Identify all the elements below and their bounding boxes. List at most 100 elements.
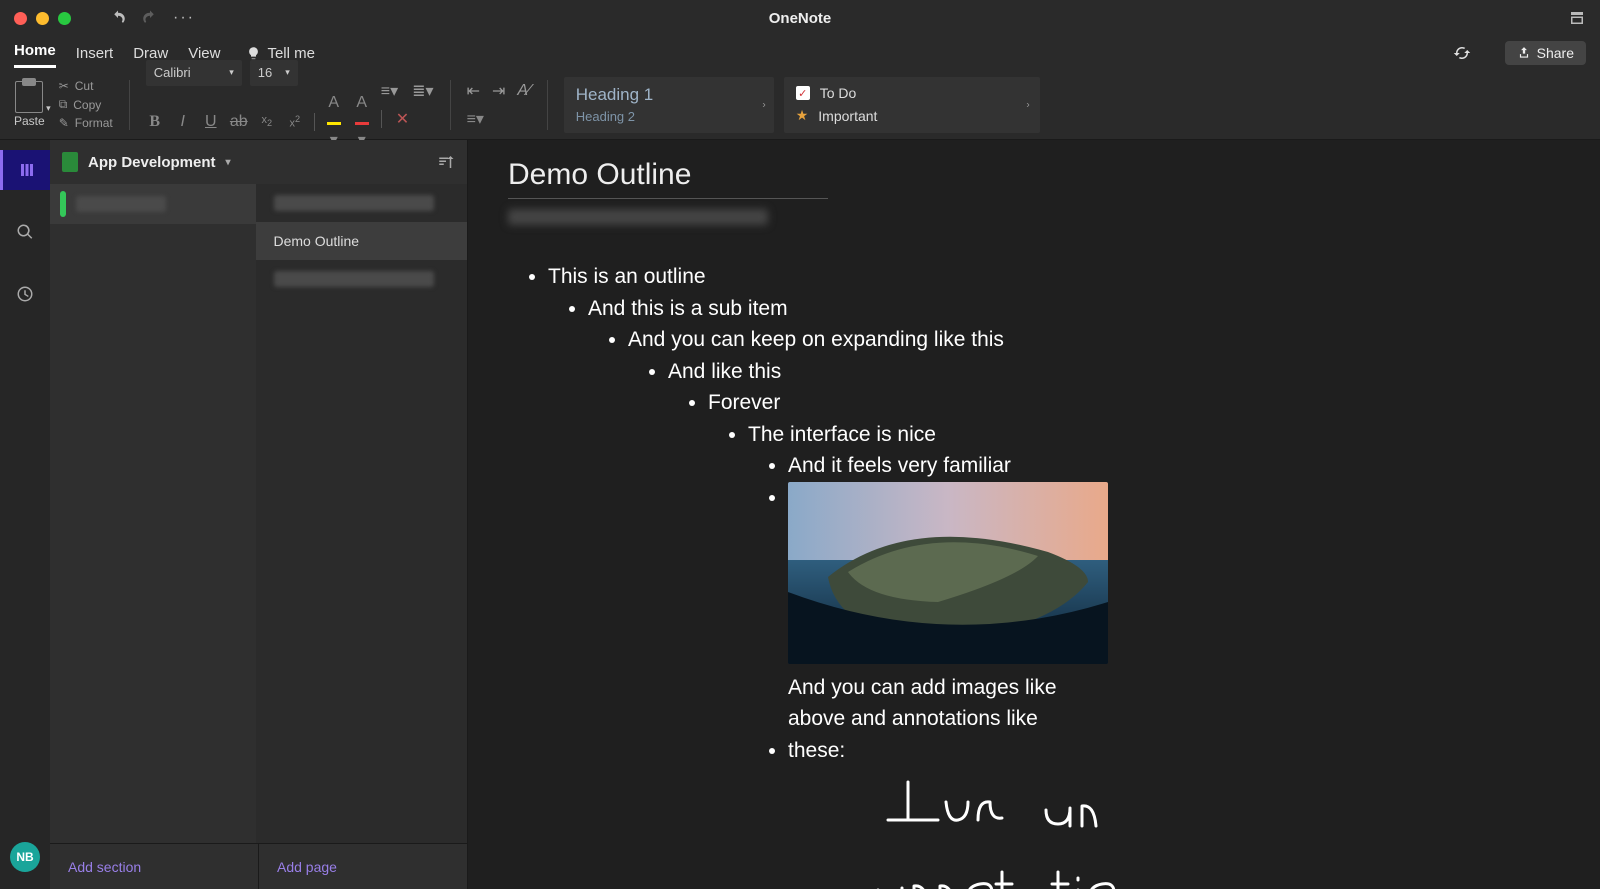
ribbon: ▾ Paste ✂Cut ⧉Copy ✎Format Calibri ▾ 16 …	[0, 70, 1600, 140]
font-size-select[interactable]: 16 ▾	[250, 60, 298, 86]
indent-button[interactable]: ⇥	[492, 81, 505, 101]
chevron-down-icon: ▾	[229, 67, 234, 78]
page-item[interactable]: Demo Outline	[256, 222, 468, 260]
cut-label: Cut	[75, 79, 94, 93]
font-size-value: 16	[258, 65, 272, 80]
section-color	[60, 191, 66, 217]
add-page-button[interactable]: Add page	[258, 844, 467, 889]
close-window-button[interactable]	[14, 12, 27, 25]
left-rail: NB	[0, 140, 50, 889]
separator	[547, 80, 548, 130]
format-painter-button[interactable]: ✎ Format	[59, 116, 113, 130]
window-controls	[14, 12, 71, 25]
page-name: Demo Outline	[274, 233, 360, 249]
navigation-panel: App Development ▾ Demo Outline	[50, 140, 468, 889]
page-item[interactable]	[256, 184, 468, 222]
italic-button[interactable]: I	[174, 113, 192, 131]
recent-icon[interactable]	[0, 274, 50, 314]
page-canvas[interactable]: Demo Outline This is an outline And this…	[468, 140, 1600, 889]
clipboard-group: ✂ Cut ⧉Copy ✎ Format	[59, 79, 113, 130]
chevron-right-icon: ›	[762, 99, 765, 110]
share-label: Share	[1537, 45, 1574, 61]
avatar-initials: NB	[10, 842, 40, 872]
page-title[interactable]: Demo Outline	[508, 158, 1560, 192]
paste-button[interactable]: ▾ Paste	[10, 81, 49, 128]
brush-icon: ✎	[59, 116, 69, 130]
page-list: Demo Outline	[256, 184, 468, 843]
font-name-select[interactable]: Calibri ▾	[146, 60, 242, 86]
lightbulb-icon	[246, 46, 261, 61]
outline-item: And you can add images like above and an…	[788, 672, 1068, 767]
qat: ···	[109, 9, 195, 27]
outline-item: And you can keep on expanding like this	[628, 328, 1004, 351]
outdent-button[interactable]: ⇤	[467, 81, 480, 101]
page-date-redacted	[508, 209, 768, 225]
scissors-icon: ✂	[59, 79, 69, 93]
page-name-redacted	[274, 195, 434, 211]
format-label: Format	[75, 116, 113, 130]
copy-button[interactable]: ⧉Copy	[59, 97, 113, 112]
title-rule	[508, 198, 828, 199]
sort-icon[interactable]	[437, 153, 455, 171]
copy-label: Copy	[73, 98, 101, 112]
tags-gallery[interactable]: ✓ To Do ★ Important ›	[784, 77, 1040, 133]
subscript-button[interactable]: x2	[258, 114, 276, 128]
font-group: Calibri ▾ 16 ▾ B I U ab x2 x2 A▾ A▾	[146, 60, 371, 150]
page-name-redacted	[274, 271, 434, 287]
minimize-window-button[interactable]	[36, 12, 49, 25]
tag-important-label: Important	[818, 108, 877, 124]
font-color-icon: A	[356, 94, 367, 111]
account-avatar[interactable]: NB	[0, 837, 50, 877]
separator	[381, 110, 382, 128]
underline-button[interactable]: U	[202, 113, 220, 131]
outline-item: The interface is nice	[748, 423, 936, 446]
section-list	[50, 184, 256, 843]
more-icon[interactable]: ···	[173, 9, 195, 27]
notebook-switcher[interactable]: App Development ▾	[50, 140, 467, 184]
separator	[129, 80, 130, 130]
inserted-image[interactable]	[788, 482, 1108, 664]
sync-icon[interactable]	[1453, 44, 1471, 62]
undo-icon[interactable]	[109, 9, 127, 27]
share-button[interactable]: Share	[1505, 41, 1586, 65]
superscript-button[interactable]: x2	[286, 114, 304, 130]
outline-item: This is an outline	[548, 265, 706, 288]
section-item[interactable]	[50, 184, 256, 224]
tag-important: ★ Important	[796, 107, 1028, 124]
chevron-down-icon: ▾	[285, 67, 290, 78]
notebooks-icon[interactable]	[0, 150, 50, 190]
outline-item: And this is a sub item	[588, 297, 788, 320]
paste-label: Paste	[14, 114, 45, 128]
outline-item: And like this	[668, 360, 781, 383]
bold-button[interactable]: B	[146, 113, 164, 131]
add-page-label: Add page	[277, 859, 337, 875]
add-section-button[interactable]: Add section	[50, 844, 258, 889]
checkbox-icon: ✓	[796, 86, 810, 100]
outline-item: Forever	[708, 391, 780, 414]
section-name-redacted	[76, 196, 166, 212]
strikethrough-button[interactable]: ab	[230, 113, 248, 131]
notebook-icon	[62, 152, 78, 172]
redo-icon[interactable]	[141, 9, 159, 27]
star-icon: ★	[796, 107, 809, 124]
font-name-value: Calibri	[154, 65, 191, 80]
tag-todo: ✓ To Do	[796, 85, 1028, 101]
outline-content[interactable]: This is an outline And this is a sub ite…	[508, 261, 1560, 889]
bullets-button[interactable]: ≡▾	[381, 81, 398, 101]
zoom-window-button[interactable]	[58, 12, 71, 25]
search-icon[interactable]	[0, 212, 50, 252]
tab-insert[interactable]: Insert	[76, 41, 114, 66]
numbering-button[interactable]: ≣▾	[412, 81, 433, 101]
ribbon-toggle-icon[interactable]	[1568, 9, 1586, 27]
chevron-down-icon: ▾	[226, 157, 231, 168]
tab-home[interactable]: Home	[14, 38, 56, 68]
cut-button[interactable]: ✂ Cut	[59, 79, 113, 93]
styles-gallery[interactable]: Heading 1 Heading 2 ›	[564, 77, 774, 133]
format-eraser-button[interactable]: A∕	[517, 82, 530, 100]
clear-fmt-button[interactable]: ✕	[396, 109, 409, 129]
page-item[interactable]	[256, 260, 468, 298]
align-button[interactable]: ≡▾	[467, 109, 484, 129]
clipboard-icon	[15, 81, 43, 113]
ink-annotation	[868, 772, 1128, 889]
app-title: OneNote	[769, 10, 832, 27]
